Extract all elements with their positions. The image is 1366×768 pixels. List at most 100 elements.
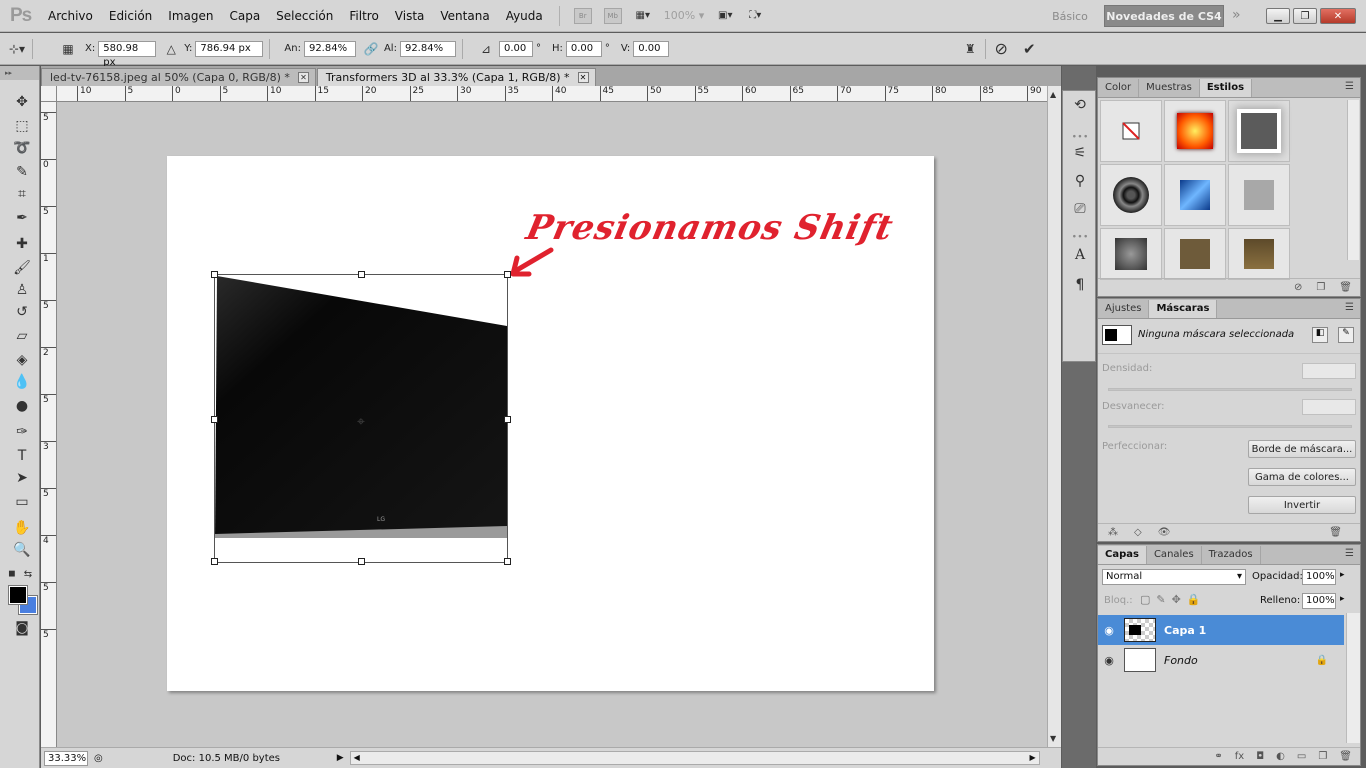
panel-menu-icon[interactable]: ☰ <box>1345 81 1354 92</box>
menu-filtro[interactable]: Filtro <box>341 0 386 32</box>
reference-point-icon[interactable]: ▦ <box>59 40 77 58</box>
style-swatch[interactable] <box>1164 100 1226 162</box>
zoom-input[interactable]: 33.33% <box>44 750 88 766</box>
brush-tool-icon[interactable]: 🖌 <box>11 258 33 278</box>
eraser-tool-icon[interactable]: ▱ <box>11 326 33 346</box>
menu-vista[interactable]: Vista <box>387 0 433 32</box>
vertical-scrollbar[interactable]: ▲ ▼ <box>1047 86 1061 747</box>
eye-icon[interactable]: ◉ <box>1098 624 1120 637</box>
add-mask-icon[interactable]: ◘ <box>1256 751 1264 762</box>
document-canvas[interactable]: Presionamos Shift LG ⌖ <box>167 156 934 691</box>
opacity-slider-icon[interactable]: ▸ <box>1340 570 1345 580</box>
fill-slider-icon[interactable]: ▸ <box>1340 594 1345 604</box>
swap-colors-icon[interactable]: ⇆ <box>22 564 34 584</box>
layers-scrollbar[interactable] <box>1346 613 1360 743</box>
y-input[interactable]: 786.94 px <box>195 40 264 57</box>
panel-menu-icon[interactable]: ☰ <box>1345 302 1354 313</box>
warp-mode-icon[interactable]: ♜ <box>961 40 979 58</box>
style-swatch[interactable] <box>1228 228 1290 280</box>
status-menu-icon[interactable]: ▶ <box>337 753 344 763</box>
horizontal-scrollbar[interactable]: ◀ ▶ <box>349 751 1040 765</box>
transform-handle-top-right[interactable] <box>504 271 511 278</box>
new-layer-icon[interactable]: ❐ <box>1318 751 1327 762</box>
type-tool-icon[interactable]: T <box>11 446 33 466</box>
blur-tool-icon[interactable]: 💧 <box>11 372 33 392</box>
x-input[interactable]: 580.98 px <box>98 40 157 68</box>
tab-paths[interactable]: Trazados <box>1202 546 1261 564</box>
layer-style-icon[interactable]: fx <box>1235 751 1244 762</box>
transform-bounding-box[interactable]: ⌖ <box>211 271 511 565</box>
eyedropper-tool-icon[interactable]: ✒ <box>11 208 33 228</box>
invert-button[interactable]: Invertir <box>1248 496 1356 514</box>
screen-mode-icon[interactable]: ⛶▾ <box>744 8 766 24</box>
style-swatch[interactable] <box>1164 164 1226 226</box>
menu-capa[interactable]: Capa <box>221 0 268 32</box>
transform-handle-left[interactable] <box>211 416 218 423</box>
scroll-down-icon[interactable]: ▼ <box>1050 734 1056 743</box>
menu-seleccion[interactable]: Selección <box>268 0 341 32</box>
delete-layer-icon[interactable]: 🗑 <box>1339 751 1352 762</box>
healing-brush-tool-icon[interactable]: ✚ <box>11 234 33 254</box>
styles-scrollbar[interactable] <box>1347 100 1359 260</box>
transform-center-icon[interactable]: ⌖ <box>357 415 365 429</box>
load-selection-icon[interactable]: ⁂ <box>1108 527 1118 538</box>
move-tool-icon[interactable]: ✥ <box>11 92 33 112</box>
clear-style-icon[interactable]: ⊘ <box>1294 282 1302 293</box>
canvas-viewport[interactable]: Presionamos Shift LG ⌖ <box>57 102 1047 747</box>
transform-handle-top-left[interactable] <box>211 271 218 278</box>
commit-transform-icon[interactable]: ✔ <box>1020 40 1038 58</box>
zoom-tool-icon[interactable]: 🔍 <box>11 540 33 560</box>
tools-panel-header[interactable]: ▸▸ <box>0 66 39 80</box>
add-pixel-mask-icon[interactable]: ◧ <box>1312 327 1328 343</box>
scroll-left-icon[interactable]: ◀ <box>354 753 360 762</box>
style-swatch[interactable] <box>1100 164 1162 226</box>
tab-masks[interactable]: Máscaras <box>1149 300 1218 318</box>
tool-preset-icon[interactable]: ⊹▾ <box>8 40 26 58</box>
menu-edicion[interactable]: Edición <box>101 0 160 32</box>
transform-handle-bottom-right[interactable] <box>504 558 511 565</box>
tab-adjustments[interactable]: Ajustes <box>1098 300 1150 318</box>
style-none[interactable] <box>1100 100 1162 162</box>
quick-selection-tool-icon[interactable]: ✎ <box>11 162 33 182</box>
transform-handle-right[interactable] <box>504 416 511 423</box>
shape-tool-icon[interactable]: ▭ <box>11 492 33 512</box>
tab-styles[interactable]: Estilos <box>1199 79 1253 97</box>
history-panel-icon[interactable]: ⟲ <box>1070 95 1090 115</box>
tool-presets-icon[interactable]: ⎚ <box>1070 199 1090 219</box>
marquee-tool-icon[interactable]: ⬚ <box>11 116 33 136</box>
link-icon[interactable]: 🔗 <box>362 40 380 58</box>
history-brush-tool-icon[interactable]: ↺ <box>11 302 33 322</box>
transform-handle-top[interactable] <box>358 271 365 278</box>
close-icon[interactable]: ✕ <box>297 72 309 83</box>
crop-tool-icon[interactable]: ⌗ <box>11 184 33 204</box>
paragraph-panel-icon[interactable]: ¶ <box>1070 275 1090 295</box>
extras-dropdown-icon[interactable]: ▦▾ <box>632 8 654 24</box>
ruler-origin[interactable] <box>41 86 57 102</box>
clone-source-icon[interactable]: ⚲ <box>1070 171 1090 191</box>
panel-menu-icon[interactable]: ☰ <box>1345 548 1354 559</box>
restore-button[interactable]: ❐ <box>1293 8 1317 24</box>
bridge-icon[interactable]: Br <box>573 7 592 24</box>
h-skew-input[interactable]: 0.00 <box>565 40 602 57</box>
hand-tool-icon[interactable]: ✋ <box>11 518 33 538</box>
workspace-basic[interactable]: Básico <box>1040 5 1100 27</box>
height-input[interactable]: 92.84% <box>399 40 456 57</box>
layer-row-fondo[interactable]: ◉ Fondo 🔒 <box>1098 645 1344 675</box>
character-panel-icon[interactable]: A <box>1070 245 1090 265</box>
disable-mask-icon[interactable]: 👁 <box>1158 527 1171 538</box>
workspace-cs4[interactable]: Novedades de CS4 <box>1104 5 1224 27</box>
cancel-transform-icon[interactable]: ⊘ <box>992 39 1010 58</box>
lasso-tool-icon[interactable]: ➰ <box>11 138 33 158</box>
style-swatch[interactable] <box>1228 100 1290 162</box>
menu-imagen[interactable]: Imagen <box>160 0 221 32</box>
apply-mask-icon[interactable]: ◇ <box>1134 527 1142 538</box>
delete-style-icon[interactable]: 🗑 <box>1339 282 1352 293</box>
close-icon[interactable]: ✕ <box>577 72 589 83</box>
arrange-documents-icon[interactable]: ▣▾ <box>714 8 736 24</box>
dodge-tool-icon[interactable]: ● <box>11 396 33 416</box>
lock-icons[interactable]: ▢✎✥🔒 <box>1140 593 1207 606</box>
status-options-icon[interactable]: ◎ <box>94 753 103 764</box>
style-swatch[interactable] <box>1164 228 1226 280</box>
v-skew-input[interactable]: 0.00 <box>633 40 670 57</box>
layer-row-capa-1[interactable]: ◉ Capa 1 <box>1098 615 1344 645</box>
